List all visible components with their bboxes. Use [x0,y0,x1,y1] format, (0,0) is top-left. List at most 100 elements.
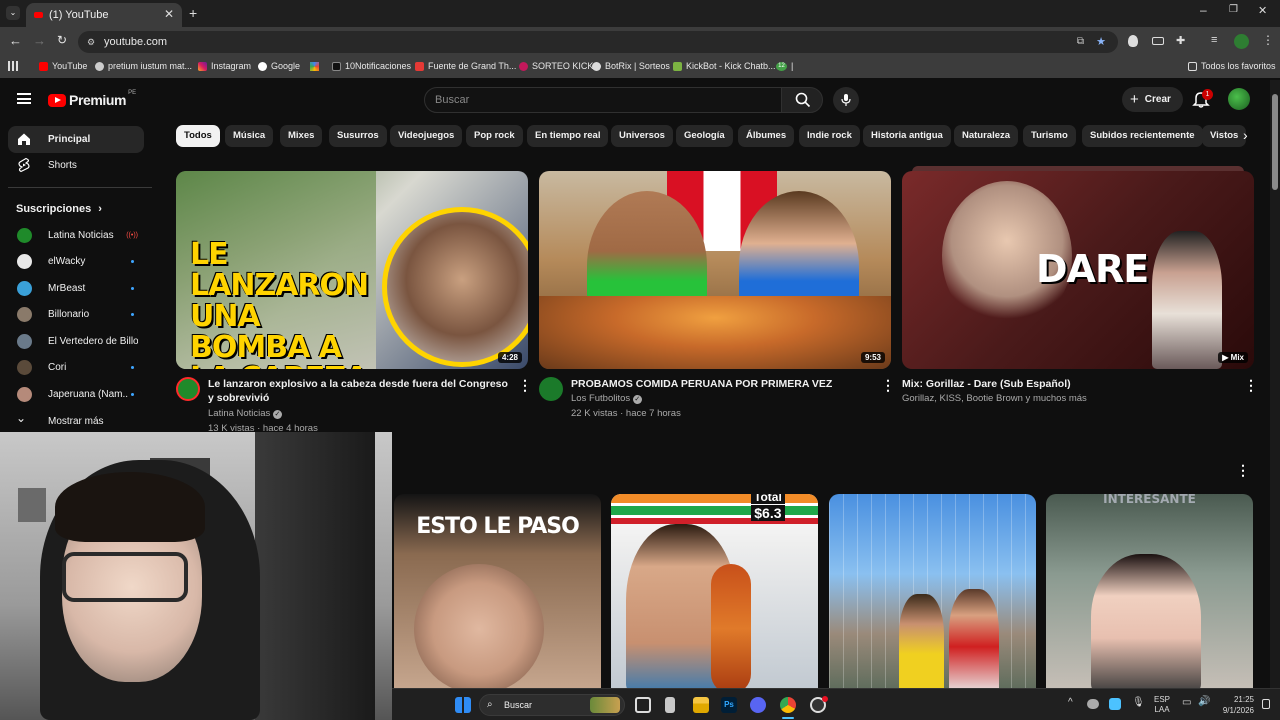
bookmark-item[interactable]: BotRix | Sorteos [592,61,670,71]
back-icon[interactable]: ← [9,33,22,48]
chip-filter[interactable]: Geología [676,125,733,147]
channel-name[interactable]: Los Futbolitos ✓ [571,391,642,406]
short-thumbnail[interactable]: ESTO LE PASO [394,494,601,694]
chip-filter[interactable]: Pop rock [466,125,523,147]
reload-icon[interactable]: ↻ [57,33,67,47]
sidebar-item-home[interactable]: Principal [8,126,144,153]
short-thumbnail[interactable]: INTERESANTE [1046,494,1253,694]
show-hidden-icons-chevron[interactable]: ^ [1068,697,1073,708]
close-tab-icon[interactable]: ✕ [164,7,174,21]
channel-name[interactable]: Latina Noticias ✓ [208,406,282,421]
site-info-icon[interactable]: ⚙ [87,31,95,53]
tray-mic-icon[interactable]: 🎙 [1132,697,1145,708]
chip-filter[interactable]: Indie rock [799,125,860,147]
bookmark-item[interactable]: SORTEO KICK [519,61,593,71]
restore-button[interactable]: ❐ [1229,4,1238,15]
pinwheel-icon[interactable] [310,62,319,71]
show-more-button[interactable]: ⌄ Mostrar más [8,408,144,435]
short-thumbnail[interactable]: Total $6.3 [611,494,818,694]
discord-icon[interactable] [750,697,766,713]
chip-filter[interactable]: Mixes [280,125,323,147]
subscription-item[interactable]: Japeruana (Nam... [8,381,144,408]
bookmark-item[interactable]: Google [258,61,300,71]
taskbar-search[interactable]: ⌕ Buscar [479,694,625,716]
scrollbar-thumb[interactable] [1272,94,1278,190]
chip-filter[interactable]: Universos [611,125,673,147]
chip-filter[interactable]: Videojuegos [390,125,463,147]
video-title[interactable]: Le lanzaron explosivo a la cabeza desde … [208,377,508,405]
channel-avatar[interactable] [176,377,200,401]
video-title[interactable]: PROBAMOS COMIDA PERUANA POR PRIMERA VEZ [571,377,871,391]
chip-filter[interactable]: Historia antigua [863,125,951,147]
voice-search-button[interactable] [833,87,859,113]
photoshop-icon[interactable]: Ps [721,697,737,713]
subscriptions-heading[interactable]: Suscripciones › [16,203,102,215]
chip-filter[interactable]: En tiempo real [527,125,609,147]
video-thumbnail[interactable]: DARE ▶ Mix [902,171,1254,369]
chip-filter[interactable]: Música [225,125,274,147]
subscription-item[interactable]: elWacky [8,248,144,275]
chip-filter[interactable]: Subidos recientemente [1082,125,1203,147]
tray-app-icon[interactable] [1109,698,1121,710]
chip-filter[interactable]: Todos [176,125,220,147]
search-input[interactable]: Buscar [424,87,782,113]
chip-filter[interactable]: Susurros [329,125,387,147]
shorts-menu-icon[interactable]: ⋮ [1236,462,1250,479]
video-thumbnail[interactable]: 9:53 [539,171,891,369]
channel-avatar[interactable] [539,377,563,401]
apps-grid-icon[interactable] [8,61,18,71]
bookmark-item[interactable]: Fuente de Grand Th... [415,61,516,71]
all-bookmarks-folder[interactable]: Todos los favoritos [1188,61,1276,71]
language-indicator[interactable]: ESP LAA [1154,695,1170,715]
bookmark-item[interactable]: pretium iustum mat... [95,61,192,71]
chip-filter[interactable]: Naturaleza [954,125,1019,147]
search-button[interactable] [781,87,823,113]
subscription-item[interactable]: Latina Noticias ((•)) [8,222,144,249]
bookmark-item[interactable]: 10Notificaciones [332,61,411,71]
extension-icon[interactable] [1128,35,1138,47]
menu-hamburger-icon[interactable] [17,93,31,104]
extensions-puzzle-icon[interactable]: ✚ [1176,34,1185,47]
install-icon[interactable]: ⧉ [1077,31,1084,53]
bookmark-item[interactable]: KickBot - Kick Chatb... [673,61,776,71]
chips-next-arrow-icon[interactable]: › [1243,127,1248,143]
network-icon[interactable]: ▭ [1182,697,1191,708]
chip-filter[interactable]: Vistos [1202,125,1247,147]
video-thumbnail[interactable]: LE LANZARON UNA BOMBA A LA CABEZA 4:28 [176,171,528,369]
minimize-button[interactable]: – [1200,3,1207,17]
subscription-item[interactable]: Billonario [8,301,144,328]
extension-icon[interactable] [1152,37,1164,45]
subscription-item[interactable]: Cori [8,354,144,381]
video-menu-icon[interactable]: ⋮ [518,377,532,394]
bookmark-item[interactable]: Instagram [198,61,251,71]
windows-start-icon[interactable] [455,697,471,713]
profile-avatar[interactable] [1234,34,1249,49]
notification-center-icon[interactable] [1262,699,1270,709]
subscription-item[interactable]: MrBeast [8,275,144,302]
tab-search-button[interactable]: ⌄ [6,6,20,20]
video-title[interactable]: Mix: Gorillaz - Dare (Sub Español) [902,377,1232,391]
reading-list-icon[interactable]: ≡ [1211,34,1217,46]
chip-filter[interactable]: Turismo [1023,125,1076,147]
bookmark-item[interactable]: YouTube [39,61,87,71]
forward-icon[interactable]: → [33,33,46,48]
new-tab-button[interactable]: + [189,5,197,21]
file-explorer-icon[interactable] [693,697,709,713]
subscription-item[interactable]: El Vertedero de Billo [8,328,144,355]
tray-cloud-icon[interactable] [1087,699,1099,709]
video-menu-icon[interactable]: ⋮ [1244,377,1258,394]
create-button[interactable]: + Crear [1122,87,1183,112]
chrome-icon[interactable] [780,697,796,713]
close-window-button[interactable]: ✕ [1258,4,1267,17]
url-input[interactable]: ⚙ youtube.com ⧉ ★ [78,31,1118,53]
sidebar-item-shorts[interactable]: Shorts [8,152,144,179]
youtube-logo[interactable]: Premium PE [48,90,136,108]
task-view-icon[interactable] [635,697,651,713]
bookmark-star-icon[interactable]: ★ [1096,31,1106,53]
browser-tab[interactable]: (1) YouTube ✕ [26,3,182,27]
channel-name[interactable]: Gorillaz, KISS, Bootie Brown y muchos má… [902,391,1087,406]
clock[interactable]: 21:25 9/1/2026 [1214,694,1254,716]
short-thumbnail[interactable] [829,494,1036,694]
account-avatar[interactable] [1228,88,1250,110]
video-menu-icon[interactable]: ⋮ [881,377,895,394]
